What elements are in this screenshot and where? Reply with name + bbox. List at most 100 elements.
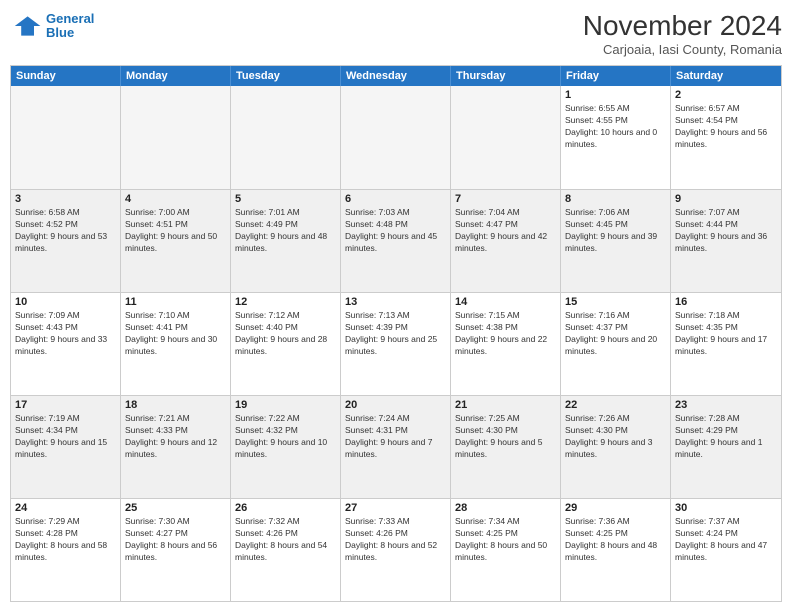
weekday-header-thursday: Thursday — [451, 66, 561, 86]
day-cell-11: 11 Sunrise: 7:10 AMSunset: 4:41 PMDayligh… — [121, 293, 231, 395]
empty-cell — [341, 86, 451, 189]
day-cell-9: 9 Sunrise: 7:07 AMSunset: 4:44 PMDaylight… — [671, 190, 781, 292]
day-cell-5: 5 Sunrise: 7:01 AMSunset: 4:49 PMDaylight… — [231, 190, 341, 292]
day-cell-6: 6Sunrise: 7:03 AMSunset: 4:48 PMDaylight… — [341, 190, 451, 292]
day-info-1: Sunrise: 6:55 AMSunset: 4:55 PMDaylight:… — [565, 103, 666, 151]
day-info-20: Sunrise: 7:24 AMSunset: 4:31 PMDaylight:… — [345, 413, 446, 461]
day-cell-17: 17 Sunrise: 7:19 AMSunset: 4:34 PMDayligh… — [11, 396, 121, 498]
day-info-16: Sunrise: 7:18 AMSunset: 4:35 PMDaylight:… — [675, 310, 777, 358]
weekday-header-friday: Friday — [561, 66, 671, 86]
day-number-22: 22 — [565, 399, 666, 411]
day-info-24: Sunrise: 7:29 AMSunset: 4:28 PMDaylight:… — [15, 516, 116, 564]
day-number-30: 30 — [675, 502, 777, 514]
logo: General Blue — [10, 10, 94, 42]
day-info-28: Sunrise: 7:34 AMSunset: 4:25 PMDaylight:… — [455, 516, 556, 564]
day-number-19: 19 — [235, 399, 336, 411]
day-cell-4: 4 Sunrise: 7:00 AMSunset: 4:51 PMDaylight… — [121, 190, 231, 292]
day-info-29: Sunrise: 7:36 AMSunset: 4:25 PMDaylight:… — [565, 516, 666, 564]
day-number-13: 13 — [345, 296, 446, 308]
day-info-11: Sunrise: 7:10 AMSunset: 4:41 PMDaylight:… — [125, 310, 226, 358]
day-cell-27: 27Sunrise: 7:33 AMSunset: 4:26 PMDayligh… — [341, 499, 451, 601]
day-info-25: Sunrise: 7:30 AMSunset: 4:27 PMDaylight:… — [125, 516, 226, 564]
day-cell-24: 24Sunrise: 7:29 AMSunset: 4:28 PMDayligh… — [11, 499, 121, 601]
logo-text: General Blue — [46, 12, 94, 41]
day-number-6: 6 — [345, 193, 446, 205]
day-info-17: Sunrise: 7:19 AMSunset: 4:34 PMDaylight:… — [15, 413, 116, 461]
logo-icon — [10, 10, 42, 42]
day-number-8: 8 — [565, 193, 666, 205]
day-cell-16: 16 Sunrise: 7:18 AMSunset: 4:35 PMDayligh… — [671, 293, 781, 395]
empty-cell — [11, 86, 121, 189]
day-info-30: Sunrise: 7:37 AMSunset: 4:24 PMDaylight:… — [675, 516, 777, 564]
day-number-9: 9 — [675, 193, 777, 205]
weekday-header-wednesday: Wednesday — [341, 66, 451, 86]
day-cell-29: 29 Sunrise: 7:36 AMSunset: 4:25 PMDayligh… — [561, 499, 671, 601]
day-cell-19: 19 Sunrise: 7:22 AMSunset: 4:32 PMDayligh… — [231, 396, 341, 498]
day-info-15: Sunrise: 7:16 AMSunset: 4:37 PMDaylight:… — [565, 310, 666, 358]
weekday-header-saturday: Saturday — [671, 66, 781, 86]
day-number-29: 29 — [565, 502, 666, 514]
day-cell-3: 3Sunrise: 6:58 AMSunset: 4:52 PMDaylight… — [11, 190, 121, 292]
day-info-19: Sunrise: 7:22 AMSunset: 4:32 PMDaylight:… — [235, 413, 336, 461]
weekday-header-sunday: Sunday — [11, 66, 121, 86]
day-number-21: 21 — [455, 399, 556, 411]
day-info-2: Sunrise: 6:57 AMSunset: 4:54 PMDaylight:… — [675, 103, 777, 151]
empty-cell — [121, 86, 231, 189]
weekday-header-monday: Monday — [121, 66, 231, 86]
day-cell-15: 15Sunrise: 7:16 AMSunset: 4:37 PMDayligh… — [561, 293, 671, 395]
day-info-26: Sunrise: 7:32 AMSunset: 4:26 PMDaylight:… — [235, 516, 336, 564]
day-cell-25: 25Sunrise: 7:30 AMSunset: 4:27 PMDayligh… — [121, 499, 231, 601]
month-title: November 2024 — [583, 10, 782, 42]
day-number-18: 18 — [125, 399, 226, 411]
title-block: November 2024 Carjoaia, Iasi County, Rom… — [583, 10, 782, 57]
page-header: General Blue November 2024 Carjoaia, Ias… — [10, 10, 782, 57]
day-info-13: Sunrise: 7:13 AMSunset: 4:39 PMDaylight:… — [345, 310, 446, 358]
day-info-9: Sunrise: 7:07 AMSunset: 4:44 PMDaylight:… — [675, 207, 777, 255]
day-info-4: Sunrise: 7:00 AMSunset: 4:51 PMDaylight:… — [125, 207, 226, 255]
day-cell-18: 18 Sunrise: 7:21 AMSunset: 4:33 PMDayligh… — [121, 396, 231, 498]
logo-line2: Blue — [46, 25, 74, 40]
day-number-2: 2 — [675, 89, 777, 101]
day-number-17: 17 — [15, 399, 116, 411]
day-number-4: 4 — [125, 193, 226, 205]
day-number-1: 1 — [565, 89, 666, 101]
day-cell-21: 21Sunrise: 7:25 AMSunset: 4:30 PMDayligh… — [451, 396, 561, 498]
day-number-14: 14 — [455, 296, 556, 308]
day-cell-20: 20 Sunrise: 7:24 AMSunset: 4:31 PMDayligh… — [341, 396, 451, 498]
day-number-10: 10 — [15, 296, 116, 308]
day-cell-1: 1 Sunrise: 6:55 AMSunset: 4:55 PMDaylight… — [561, 86, 671, 189]
day-number-20: 20 — [345, 399, 446, 411]
day-info-12: Sunrise: 7:12 AMSunset: 4:40 PMDaylight:… — [235, 310, 336, 358]
day-number-27: 27 — [345, 502, 446, 514]
logo-line1: General — [46, 11, 94, 26]
day-cell-7: 7Sunrise: 7:04 AMSunset: 4:47 PMDaylight… — [451, 190, 561, 292]
weekday-header-tuesday: Tuesday — [231, 66, 341, 86]
day-cell-26: 26 Sunrise: 7:32 AMSunset: 4:26 PMDayligh… — [231, 499, 341, 601]
empty-cell — [231, 86, 341, 189]
day-cell-14: 14Sunrise: 7:15 AMSunset: 4:38 PMDayligh… — [451, 293, 561, 395]
calendar: SundayMondayTuesdayWednesdayThursdayFrid… — [10, 65, 782, 602]
calendar-row-4: 24Sunrise: 7:29 AMSunset: 4:28 PMDayligh… — [11, 498, 781, 601]
day-cell-2: 2 Sunrise: 6:57 AMSunset: 4:54 PMDaylight… — [671, 86, 781, 189]
day-number-11: 11 — [125, 296, 226, 308]
day-cell-8: 8 Sunrise: 7:06 AMSunset: 4:45 PMDaylight… — [561, 190, 671, 292]
location: Carjoaia, Iasi County, Romania — [583, 42, 782, 57]
day-info-5: Sunrise: 7:01 AMSunset: 4:49 PMDaylight:… — [235, 207, 336, 255]
page-container: General Blue November 2024 Carjoaia, Ias… — [0, 0, 792, 612]
day-number-26: 26 — [235, 502, 336, 514]
day-cell-10: 10Sunrise: 7:09 AMSunset: 4:43 PMDayligh… — [11, 293, 121, 395]
empty-cell — [451, 86, 561, 189]
day-info-18: Sunrise: 7:21 AMSunset: 4:33 PMDaylight:… — [125, 413, 226, 461]
calendar-row-1: 3Sunrise: 6:58 AMSunset: 4:52 PMDaylight… — [11, 189, 781, 292]
calendar-row-3: 17 Sunrise: 7:19 AMSunset: 4:34 PMDayligh… — [11, 395, 781, 498]
calendar-body: 1 Sunrise: 6:55 AMSunset: 4:55 PMDaylight… — [11, 86, 781, 601]
day-number-7: 7 — [455, 193, 556, 205]
day-info-22: Sunrise: 7:26 AMSunset: 4:30 PMDaylight:… — [565, 413, 666, 461]
day-cell-23: 23Sunrise: 7:28 AMSunset: 4:29 PMDayligh… — [671, 396, 781, 498]
day-number-16: 16 — [675, 296, 777, 308]
day-info-8: Sunrise: 7:06 AMSunset: 4:45 PMDaylight:… — [565, 207, 666, 255]
day-number-5: 5 — [235, 193, 336, 205]
day-number-28: 28 — [455, 502, 556, 514]
day-cell-13: 13 Sunrise: 7:13 AMSunset: 4:39 PMDayligh… — [341, 293, 451, 395]
day-cell-12: 12Sunrise: 7:12 AMSunset: 4:40 PMDayligh… — [231, 293, 341, 395]
